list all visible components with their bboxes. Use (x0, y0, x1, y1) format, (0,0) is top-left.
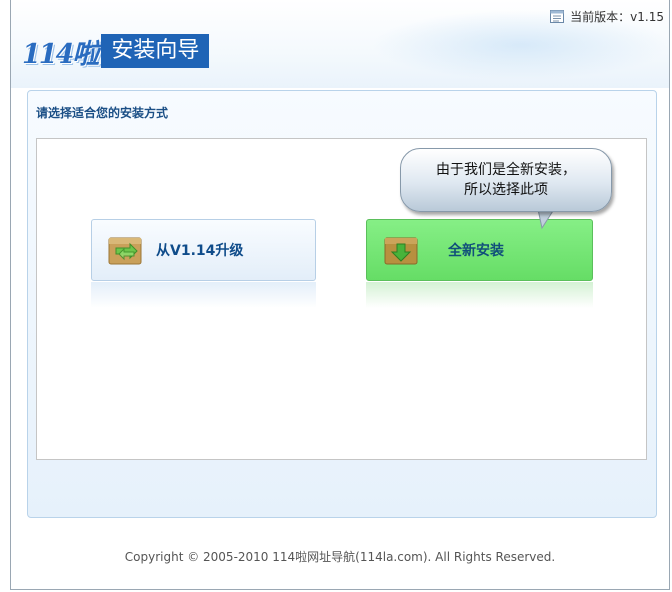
download-icon (384, 237, 418, 265)
footer-copyright: Copyright © 2005-2010 114啦网址导航(114la.com… (124, 550, 556, 564)
callout-line-1: 由于我们是全新安装， (436, 162, 576, 178)
upgrade-icon (108, 237, 142, 265)
version-label: 当前版本：v1.15 (570, 9, 664, 24)
document-icon (550, 9, 565, 23)
logo: 114啦 安装向导 (22, 34, 210, 70)
new-install-label: 全新安装 (448, 243, 504, 259)
version-info: 当前版本：v1.15 (550, 7, 664, 25)
callout-line-2: 所以选择此项 (464, 182, 548, 198)
new-install-reflection (366, 282, 593, 308)
upgrade-reflection (91, 282, 316, 308)
hint-callout: 由于我们是全新安装， 所以选择此项 (400, 148, 612, 212)
upgrade-label: 从V1.14升级 (156, 243, 244, 259)
logo-title: 安装向导 (101, 34, 210, 68)
logo-brand: 114啦 (22, 38, 99, 70)
upgrade-button[interactable]: 从V1.14升级 (91, 219, 316, 281)
panel-title: 请选择适合您的安装方式 (36, 106, 169, 120)
